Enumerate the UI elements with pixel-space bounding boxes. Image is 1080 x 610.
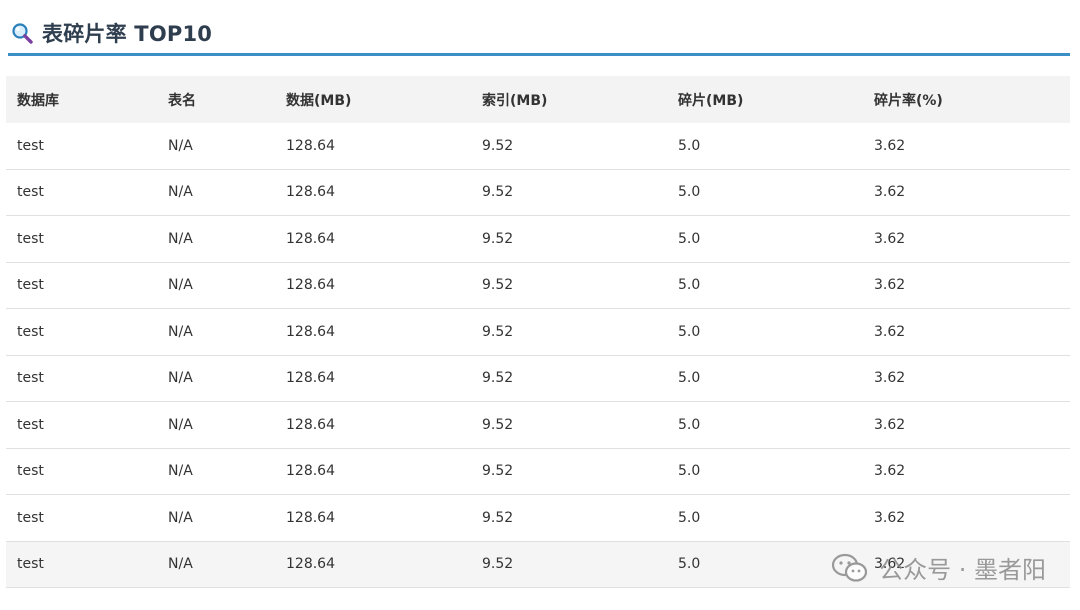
cell-database: test bbox=[6, 541, 157, 588]
table-row: test N/A 128.64 9.52 5.0 3.62 bbox=[6, 169, 1070, 216]
cell-fragment-mb: 5.0 bbox=[667, 448, 863, 495]
cell-index-mb: 9.52 bbox=[471, 541, 667, 588]
cell-index-mb: 9.52 bbox=[471, 355, 667, 402]
cell-fragment-mb: 5.0 bbox=[667, 401, 863, 449]
cell-data-mb: 128.64 bbox=[275, 494, 471, 542]
cell-fragment-rate: 3.62 bbox=[863, 448, 1070, 495]
cell-fragment-rate: 3.62 bbox=[863, 308, 1070, 356]
cell-fragment-mb: 5.0 bbox=[667, 541, 863, 588]
search-icon bbox=[10, 21, 34, 45]
table-row: test N/A 128.64 9.52 5.0 3.62 bbox=[6, 308, 1070, 356]
column-header-fragment-mb: 碎片(MB) bbox=[678, 92, 744, 109]
cell-data-mb: 128.64 bbox=[275, 262, 471, 309]
table-body: test N/A 128.64 9.52 5.0 3.62 test N/A 128.64 9.5… bbox=[6, 123, 1070, 588]
cell-fragment-rate: 3.62 bbox=[863, 169, 1070, 216]
fragmentation-table: 数据库 表名 数据(MB) 索引(MB) 碎片(MB) 碎片率(%) test N… bbox=[6, 76, 1070, 588]
cell-data-mb: 128.64 bbox=[275, 355, 471, 402]
cell-index-mb: 9.52 bbox=[471, 494, 667, 542]
cell-table-name: N/A bbox=[157, 401, 275, 449]
cell-data-mb: 128.64 bbox=[275, 308, 471, 356]
cell-table-name: N/A bbox=[157, 541, 275, 588]
cell-index-mb: 9.52 bbox=[471, 123, 667, 170]
column-header-fragment-rate: 碎片率(%) bbox=[874, 92, 943, 109]
cell-database: test bbox=[6, 401, 157, 449]
cell-fragment-mb: 5.0 bbox=[667, 169, 863, 216]
cell-table-name: N/A bbox=[157, 215, 275, 263]
cell-database: test bbox=[6, 308, 157, 356]
cell-database: test bbox=[6, 169, 157, 216]
cell-data-mb: 128.64 bbox=[275, 448, 471, 495]
cell-index-mb: 9.52 bbox=[471, 308, 667, 356]
cell-fragment-rate: 3.62 bbox=[863, 355, 1070, 402]
table-row: test N/A 128.64 9.52 5.0 3.62 bbox=[6, 401, 1070, 449]
cell-index-mb: 9.52 bbox=[471, 401, 667, 449]
cell-table-name: N/A bbox=[157, 262, 275, 309]
page-title: 表碎片率 TOP10 bbox=[42, 21, 213, 46]
cell-table-name: N/A bbox=[157, 123, 275, 170]
cell-fragment-mb: 5.0 bbox=[667, 123, 863, 170]
cell-database: test bbox=[6, 448, 157, 495]
cell-fragment-mb: 5.0 bbox=[667, 215, 863, 263]
cell-fragment-rate: 3.62 bbox=[863, 401, 1070, 449]
cell-fragment-rate: 3.62 bbox=[863, 494, 1070, 542]
cell-fragment-rate: 3.62 bbox=[863, 541, 1070, 588]
cell-table-name: N/A bbox=[157, 448, 275, 495]
table-row: test N/A 128.64 9.52 5.0 3.62 bbox=[6, 355, 1070, 402]
cell-fragment-mb: 5.0 bbox=[667, 262, 863, 309]
table-header-row: 数据库 表名 数据(MB) 索引(MB) 碎片(MB) 碎片率(%) bbox=[6, 76, 1070, 123]
cell-index-mb: 9.52 bbox=[471, 262, 667, 309]
cell-fragment-mb: 5.0 bbox=[667, 308, 863, 356]
cell-index-mb: 9.52 bbox=[471, 448, 667, 495]
cell-fragment-rate: 3.62 bbox=[863, 123, 1070, 170]
cell-data-mb: 128.64 bbox=[275, 401, 471, 449]
cell-fragment-mb: 5.0 bbox=[667, 494, 863, 542]
cell-table-name: N/A bbox=[157, 169, 275, 216]
cell-table-name: N/A bbox=[157, 355, 275, 402]
table-row: test N/A 128.64 9.52 5.0 3.62 bbox=[6, 123, 1070, 170]
cell-database: test bbox=[6, 355, 157, 402]
cell-data-mb: 128.64 bbox=[275, 123, 471, 170]
table-row: test N/A 128.64 9.52 5.0 3.62 bbox=[6, 494, 1070, 542]
cell-database: test bbox=[6, 262, 157, 309]
table-row: test N/A 128.64 9.52 5.0 3.62 bbox=[6, 541, 1070, 588]
page-header: 表碎片率 TOP10 bbox=[8, 12, 1070, 56]
cell-data-mb: 128.64 bbox=[275, 541, 471, 588]
cell-database: test bbox=[6, 494, 157, 542]
cell-fragment-rate: 3.62 bbox=[863, 262, 1070, 309]
table-row: test N/A 128.64 9.52 5.0 3.62 bbox=[6, 215, 1070, 263]
cell-index-mb: 9.52 bbox=[471, 215, 667, 263]
column-header-table-name: 表名 bbox=[168, 92, 196, 109]
cell-database: test bbox=[6, 215, 157, 263]
cell-data-mb: 128.64 bbox=[275, 215, 471, 263]
table-row: test N/A 128.64 9.52 5.0 3.62 bbox=[6, 448, 1070, 495]
cell-fragment-rate: 3.62 bbox=[863, 215, 1070, 263]
cell-table-name: N/A bbox=[157, 308, 275, 356]
column-header-index-mb: 索引(MB) bbox=[482, 92, 548, 109]
column-header-data-mb: 数据(MB) bbox=[286, 92, 352, 109]
table-row: test N/A 128.64 9.52 5.0 3.62 bbox=[6, 262, 1070, 309]
cell-fragment-mb: 5.0 bbox=[667, 355, 863, 402]
cell-database: test bbox=[6, 123, 157, 170]
cell-data-mb: 128.64 bbox=[275, 169, 471, 216]
column-header-database: 数据库 bbox=[17, 92, 59, 109]
cell-index-mb: 9.52 bbox=[471, 169, 667, 216]
cell-table-name: N/A bbox=[157, 494, 275, 542]
